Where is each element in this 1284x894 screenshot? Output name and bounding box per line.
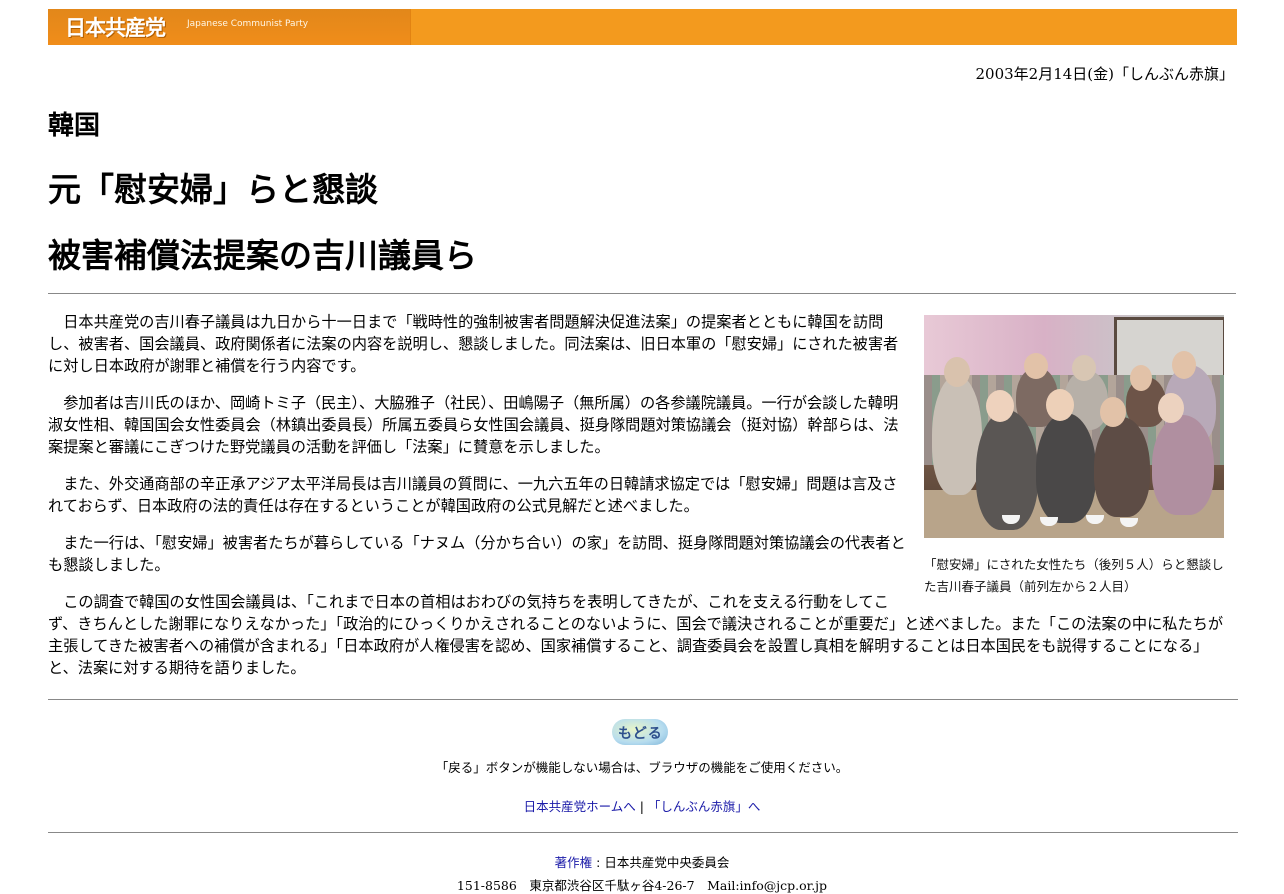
link-separator: | (639, 799, 644, 814)
copyright-owner: : 日本共産党中央委員会 (592, 855, 730, 870)
article-title-line2: 被害補償法提案の吉川議員ら (48, 236, 477, 275)
site-header-banner[interactable]: 日本共産党 Japanese Communist Party (48, 9, 1237, 45)
article-paragraph: この調査で韓国の女性国会議員は、「これまで日本の首相はおわびの気持ちを表明してき… (48, 593, 1224, 677)
photo-caption: 「慰安婦」にされた女性たち（後列５人）らと懇談した吉川春子議員（前列左から２人目… (924, 557, 1224, 594)
article-title-line1: 元「慰安婦」らと懇談 (48, 170, 378, 209)
article-body: 「慰安婦」にされた女性たち（後列５人）らと懇談した吉川春子議員（前列左から２人目… (48, 311, 1236, 694)
divider-bottom (48, 699, 1238, 700)
article-photo (924, 315, 1224, 538)
footer-links: 日本共産党ホームへ | 「しんぶん赤旗」へ (0, 796, 1284, 815)
article-dateline: 2003年2月14日(金)「しんぶん赤旗」 (975, 65, 1234, 83)
logo-text: 日本共産党 (65, 16, 166, 40)
photo-figure: 「慰安婦」にされた女性たち（後列５人）らと懇談した吉川春子議員（前列左から２人目… (924, 315, 1236, 598)
divider-footer (48, 832, 1238, 833)
address-line: 151-8586 東京都渋谷区千駄ヶ谷4-26-7 Mail:info@jcp.… (456, 878, 828, 893)
back-button-label: もどる (618, 726, 663, 742)
article-kicker: 韓国 (48, 111, 101, 141)
logo-english-text: Japanese Communist Party (187, 19, 309, 29)
copyright-line: 著作権 : 日本共産党中央委員会 (0, 852, 1284, 871)
back-button[interactable]: もどる (612, 719, 670, 747)
back-note: 「戻る」ボタンが機能しない場合は、ブラウザの機能をご使用ください。 (435, 760, 849, 775)
divider-top (48, 293, 1236, 294)
page: 日本共産党 Japanese Communist Party 2003年2月14… (0, 0, 1284, 893)
akahata-link[interactable]: 「しんぶん赤旗」へ (648, 799, 761, 814)
copyright-link[interactable]: 著作権 (555, 855, 593, 870)
jcp-logo[interactable]: 日本共産党 Japanese Communist Party (48, 9, 411, 45)
home-link[interactable]: 日本共産党ホームへ (524, 799, 636, 814)
